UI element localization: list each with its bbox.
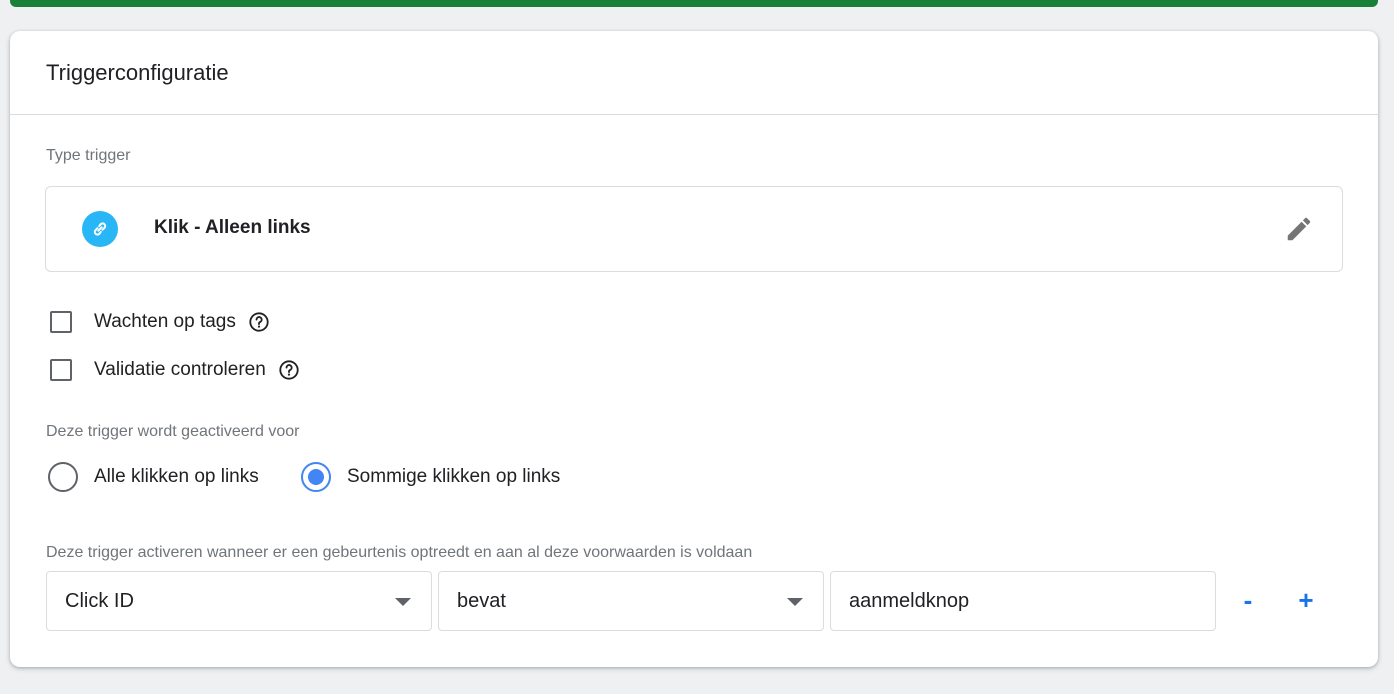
top-bar xyxy=(10,0,1378,7)
radio-some-link-clicks[interactable]: Sommige klikken op links xyxy=(301,462,560,492)
trigger-config-card: Triggerconfiguratie Type trigger Klik - … xyxy=(10,31,1378,667)
trigger-type-name: Klik - Alleen links xyxy=(154,217,311,238)
fires-on-label: Deze trigger wordt geactiveerd voor xyxy=(46,423,300,440)
variable-value: Click ID xyxy=(65,589,134,612)
remove-condition-button[interactable]: - xyxy=(1233,585,1263,615)
card-title: Triggerconfiguratie xyxy=(46,59,229,85)
radio-button[interactable] xyxy=(48,462,78,492)
variable-select[interactable]: Click ID xyxy=(46,571,432,631)
check-validation-checkbox[interactable] xyxy=(50,359,72,381)
radio-all-label: Alle klikken op links xyxy=(94,466,259,487)
value-text: aanmeldknop xyxy=(849,589,970,612)
value-input[interactable]: aanmeldknop xyxy=(830,571,1216,631)
dropdown-arrow-icon xyxy=(787,598,803,606)
option-wait-for-tags: Wachten op tags xyxy=(50,311,270,333)
radio-button-selected[interactable] xyxy=(301,462,331,492)
help-icon[interactable] xyxy=(278,359,300,381)
dropdown-arrow-icon xyxy=(395,598,411,606)
add-condition-button[interactable]: + xyxy=(1291,585,1321,615)
radio-all-link-clicks[interactable]: Alle klikken op links xyxy=(48,462,259,492)
wait-for-tags-label: Wachten op tags xyxy=(94,311,236,332)
operator-select[interactable]: bevat xyxy=(438,571,824,631)
card-header: Triggerconfiguratie xyxy=(10,31,1378,115)
type-trigger-label: Type trigger xyxy=(46,147,131,164)
option-check-validation: Validatie controleren xyxy=(50,359,300,381)
link-icon xyxy=(82,211,118,247)
edit-icon[interactable] xyxy=(1284,214,1314,244)
conditions-label: Deze trigger activeren wanneer er een ge… xyxy=(46,544,753,561)
operator-value: bevat xyxy=(457,589,506,612)
help-icon[interactable] xyxy=(248,311,270,333)
wait-for-tags-checkbox[interactable] xyxy=(50,311,72,333)
check-validation-label: Validatie controleren xyxy=(94,359,266,380)
radio-some-label: Sommige klikken op links xyxy=(347,466,561,487)
trigger-type-box[interactable]: Klik - Alleen links xyxy=(45,186,1343,272)
